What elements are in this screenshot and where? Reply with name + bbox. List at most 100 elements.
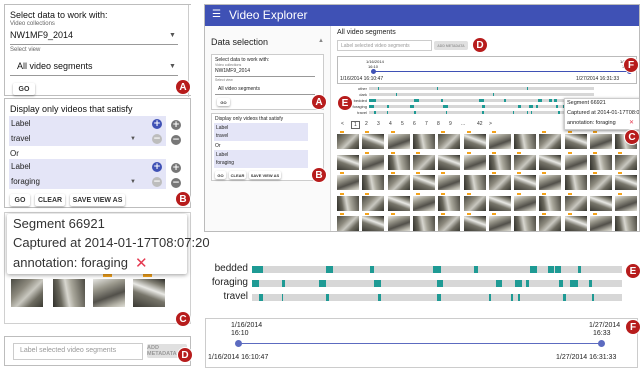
- video-thumbnail[interactable]: [615, 195, 638, 211]
- label-segment-mark[interactable]: [252, 280, 260, 287]
- page-link[interactable]: 6: [411, 121, 418, 127]
- label-segment-mark[interactable]: [481, 111, 484, 114]
- label-segment-mark[interactable]: [553, 99, 557, 102]
- remove-annotation-icon[interactable]: ✕: [135, 254, 148, 272]
- video-thumbnail[interactable]: [362, 216, 385, 231]
- video-thumbnail[interactable]: [590, 134, 612, 149]
- page-link[interactable]: 9: [447, 121, 454, 127]
- collection-select[interactable]: NW1MF9_2014: [10, 30, 73, 40]
- video-thumbnail[interactable]: [387, 216, 410, 231]
- menu-icon[interactable]: ☰: [212, 9, 221, 20]
- page-link[interactable]: 3: [375, 121, 382, 127]
- video-thumbnail[interactable]: [564, 134, 587, 149]
- remove-group-icon[interactable]: −: [171, 135, 181, 145]
- mini-collection-select[interactable]: NW1MF9_2014: [215, 68, 250, 74]
- label-segment-mark[interactable]: [437, 280, 443, 287]
- label-segment-mark[interactable]: [525, 280, 530, 287]
- label-segment-mark[interactable]: [443, 105, 448, 108]
- video-thumbnail[interactable]: [362, 134, 385, 149]
- add-group-icon[interactable]: +: [171, 120, 181, 130]
- label-segment-mark[interactable]: [374, 280, 382, 287]
- label-segment-mark[interactable]: [531, 111, 533, 114]
- label-segment-mark[interactable]: [373, 111, 376, 114]
- label-segment-mark[interactable]: [281, 280, 286, 287]
- chevron-down-icon[interactable]: ▼: [130, 136, 136, 142]
- chevron-up-icon[interactable]: ▲: [318, 38, 324, 44]
- video-thumbnail[interactable]: [514, 195, 537, 211]
- video-thumbnail[interactable]: [514, 134, 537, 149]
- label-segment-mark[interactable]: [511, 294, 514, 301]
- video-thumbnail[interactable]: [412, 195, 435, 211]
- video-thumbnail[interactable]: [590, 195, 612, 211]
- mini-row-bedded[interactable]: [369, 99, 594, 102]
- video-thumbnail[interactable]: [337, 175, 359, 190]
- label-segment-mark[interactable]: [326, 294, 329, 301]
- clear-button[interactable]: CLEAR: [35, 194, 65, 206]
- mini-label-input[interactable]: Label selected video segments: [337, 40, 432, 51]
- video-thumbnail[interactable]: [438, 216, 461, 231]
- page-link[interactable]: 42: [475, 121, 485, 127]
- view-select[interactable]: All video segments: [17, 61, 93, 71]
- video-thumbnail[interactable]: [463, 134, 486, 149]
- label-segments-input[interactable]: Label selected video segments: [13, 343, 143, 360]
- label-segment-mark[interactable]: [504, 99, 507, 102]
- video-thumbnail[interactable]: [539, 216, 562, 231]
- add-condition-icon[interactable]: +: [152, 162, 162, 172]
- page-link[interactable]: >: [487, 121, 494, 127]
- chevron-down-icon[interactable]: ▼: [169, 63, 176, 70]
- video-thumbnail[interactable]: [133, 279, 165, 307]
- label-segment-mark[interactable]: [492, 93, 494, 96]
- video-thumbnail[interactable]: [463, 154, 486, 170]
- video-thumbnail[interactable]: [590, 216, 612, 231]
- page-link[interactable]: 1: [351, 121, 360, 129]
- add-group-icon[interactable]: +: [171, 163, 181, 173]
- label-segment-mark[interactable]: [318, 280, 326, 287]
- video-thumbnail[interactable]: [387, 175, 410, 190]
- page-link[interactable]: 5: [399, 121, 406, 127]
- label-segment-mark[interactable]: [326, 266, 334, 273]
- video-thumbnail[interactable]: [514, 154, 537, 170]
- label-segment-mark[interactable]: [281, 294, 284, 301]
- mini-go-button[interactable]: GO: [215, 171, 226, 179]
- label-segment-mark[interactable]: [387, 105, 390, 108]
- page-link[interactable]: 2: [363, 121, 370, 127]
- mini-start-handle[interactable]: [371, 69, 376, 74]
- video-thumbnail[interactable]: [337, 195, 359, 211]
- page-link[interactable]: 8: [435, 121, 442, 127]
- range-start-handle[interactable]: [235, 340, 242, 347]
- video-thumbnail[interactable]: [564, 195, 587, 211]
- page-link[interactable]: 7: [423, 121, 430, 127]
- label-segment-mark[interactable]: [559, 280, 563, 287]
- video-thumbnail[interactable]: [539, 134, 562, 149]
- video-thumbnail[interactable]: [615, 216, 638, 231]
- video-thumbnail[interactable]: [387, 134, 410, 149]
- video-thumbnail[interactable]: [438, 195, 461, 211]
- video-thumbnail[interactable]: [488, 195, 511, 211]
- label-segment-mark[interactable]: [549, 99, 553, 102]
- video-thumbnail[interactable]: [463, 216, 486, 231]
- label-segment-mark[interactable]: [514, 280, 523, 287]
- label-segment-mark[interactable]: [513, 111, 515, 114]
- label-segment-mark[interactable]: [488, 294, 491, 301]
- label-segment-mark[interactable]: [529, 266, 537, 273]
- label-segment-mark[interactable]: [369, 105, 374, 108]
- label-segment-mark[interactable]: [562, 294, 567, 301]
- label-segment-mark[interactable]: [548, 266, 554, 273]
- label-segment-mark[interactable]: [555, 105, 558, 108]
- video-thumbnail[interactable]: [93, 279, 125, 307]
- go-button[interactable]: GO: [13, 83, 35, 95]
- chevron-down-icon[interactable]: ▼: [169, 32, 176, 39]
- mini-row-dark[interactable]: [369, 93, 594, 96]
- video-thumbnail[interactable]: [387, 154, 410, 170]
- video-thumbnail[interactable]: [564, 216, 587, 231]
- label-segment-mark[interactable]: [396, 93, 398, 96]
- label-segment-mark[interactable]: [479, 99, 484, 102]
- go-button[interactable]: GO: [10, 194, 30, 206]
- condition-2-value[interactable]: foraging: [11, 177, 40, 186]
- label-segment-mark[interactable]: [474, 266, 478, 273]
- video-thumbnail[interactable]: [11, 279, 43, 307]
- video-thumbnail[interactable]: [488, 175, 511, 190]
- video-thumbnail[interactable]: [488, 134, 511, 149]
- timeline-row-bedded[interactable]: [252, 266, 622, 273]
- video-thumbnail[interactable]: [488, 216, 511, 231]
